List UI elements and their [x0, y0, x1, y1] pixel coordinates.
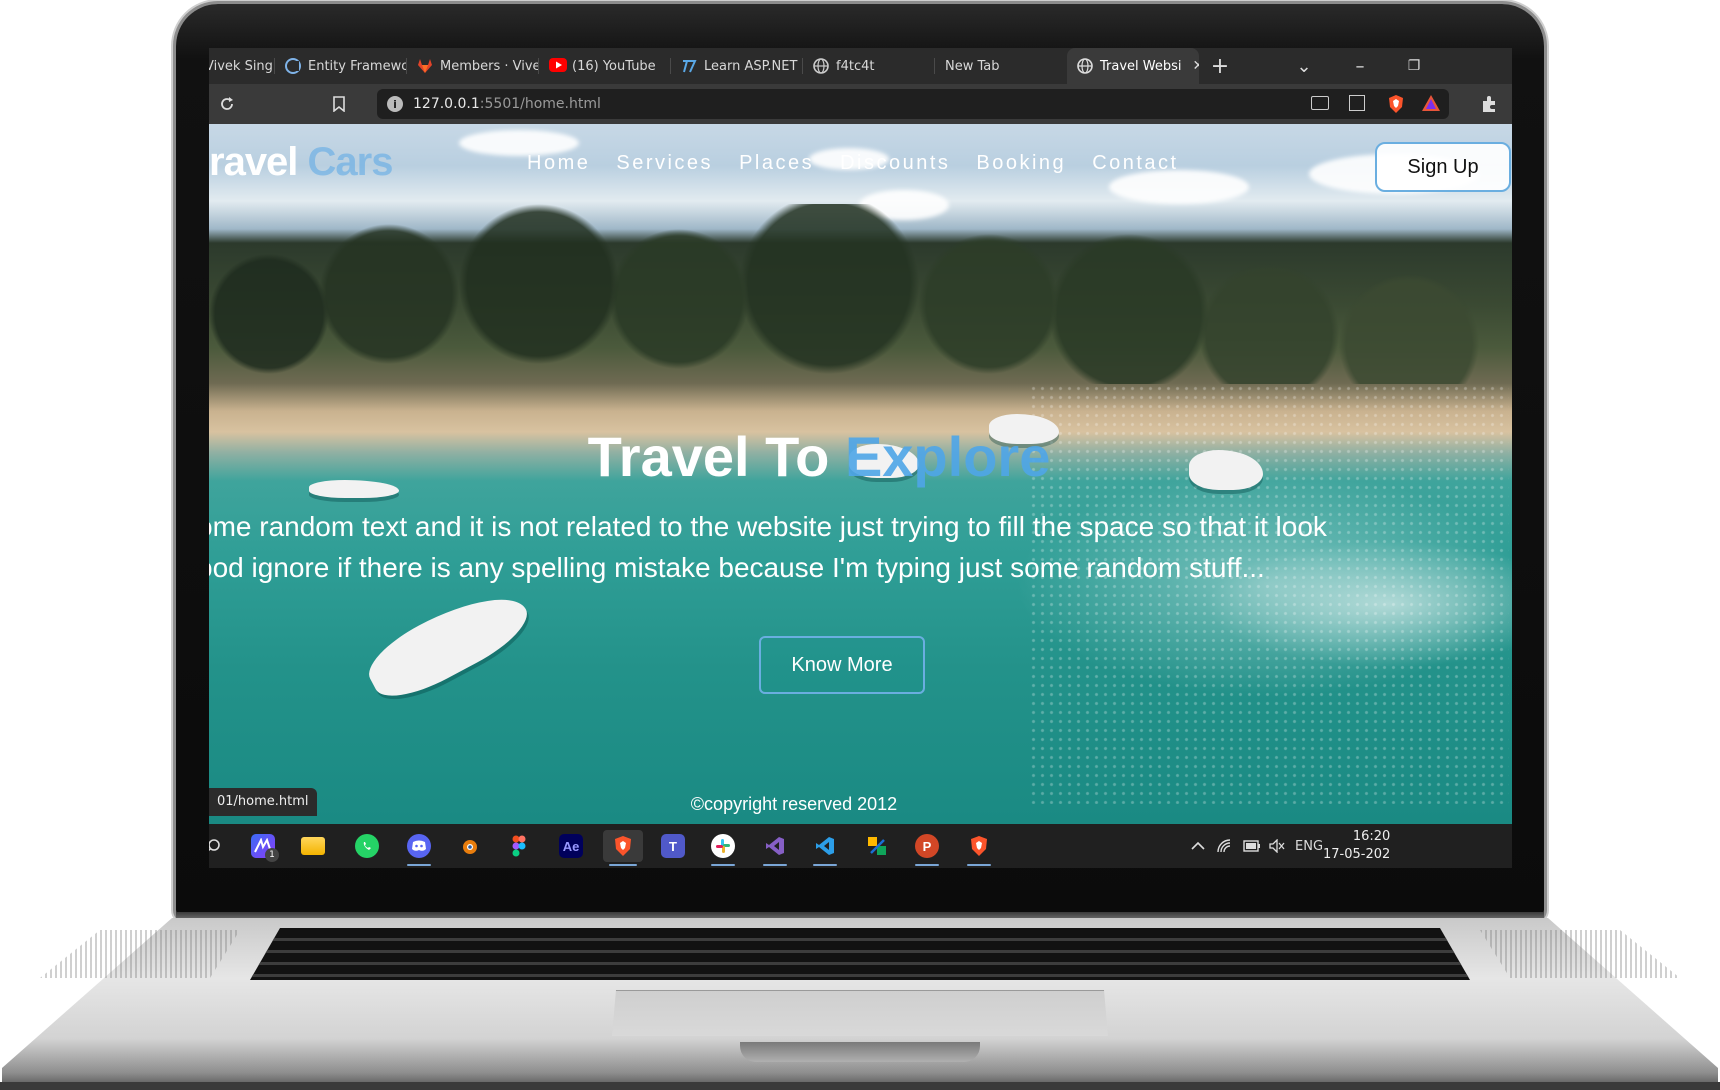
tab-label: (16) YouTube	[572, 58, 656, 74]
system-clock[interactable]: 16:20 17-05-202	[1323, 828, 1390, 864]
web-page: ravel Cars Home Services Places Discount…	[209, 124, 1512, 824]
tab-label: New Tab	[945, 58, 1000, 74]
whatsapp-icon[interactable]	[349, 830, 385, 862]
vscode-icon[interactable]	[807, 830, 843, 866]
nav-home[interactable]: Home	[527, 152, 590, 175]
teams-icon[interactable]: T	[655, 830, 691, 862]
chevron-up-icon[interactable]	[1191, 824, 1205, 868]
powerpoint-label: P	[915, 834, 939, 858]
hero-line-2: ood ignore if there is any spelling mist…	[209, 552, 1265, 583]
close-icon[interactable]: ✕	[1193, 58, 1199, 74]
gitlab-icon	[417, 58, 433, 74]
info-icon[interactable]: i	[387, 96, 403, 112]
minimize-button[interactable]: –	[1345, 48, 1375, 84]
bookmark-icon[interactable]	[329, 94, 349, 114]
trackpad	[612, 990, 1108, 1036]
logo-text: ravel	[209, 140, 298, 184]
nav-booking[interactable]: Booking	[976, 152, 1066, 175]
screen: Vivek Sing Entity Framework Members · Vi…	[209, 48, 1512, 868]
tab-label: f4tc4t	[836, 58, 875, 74]
url-field[interactable]: i 127.0.0.1:5501/home.html	[377, 89, 1449, 119]
cast-icon[interactable]	[1311, 96, 1329, 110]
figma-icon[interactable]	[501, 830, 537, 862]
brave-rewards-icon[interactable]	[1421, 94, 1441, 116]
restore-button[interactable]: ❐	[1399, 48, 1429, 84]
tree-line	[209, 204, 1512, 384]
search-icon[interactable]	[209, 830, 231, 862]
hero-description: ome random text and it is not related to…	[209, 506, 1512, 588]
brave-shield-icon[interactable]	[1387, 94, 1405, 118]
visual-studio-icon[interactable]	[757, 830, 793, 866]
tasks-icon[interactable]: 1	[245, 830, 281, 862]
slack-icon[interactable]	[705, 830, 741, 866]
nav-discounts[interactable]: Discounts	[840, 152, 950, 175]
main-nav: Home Services Places Discounts Booking C…	[527, 152, 1179, 175]
youtube-icon	[549, 58, 567, 74]
hero-title: Travel To Explore	[209, 424, 1429, 489]
reload-icon[interactable]	[217, 94, 237, 114]
extensions-icon[interactable]	[1479, 94, 1499, 114]
clock-time: 16:20	[1352, 829, 1391, 844]
tab-label: Entity Framework	[308, 58, 407, 74]
nav-places[interactable]: Places	[739, 152, 814, 175]
wifi-icon[interactable]	[1217, 824, 1233, 868]
hero-title-main: Travel To	[587, 425, 845, 488]
know-more-button[interactable]: Know More	[759, 636, 925, 694]
url-text: 127.0.0.1:5501/home.html	[413, 96, 601, 112]
url-host: 127.0.0.1	[413, 96, 480, 112]
globe-icon	[1077, 58, 1093, 74]
site-logo[interactable]: ravel Cars	[209, 140, 394, 185]
address-bar-row: i 127.0.0.1:5501/home.html	[209, 84, 1512, 124]
after-effects-label: Ae	[559, 834, 583, 858]
tab-label: Members · Vivek	[440, 58, 539, 74]
asp-icon	[681, 58, 697, 74]
battery-icon[interactable]	[1243, 824, 1261, 868]
brave-icon[interactable]	[961, 830, 997, 866]
ef-icon	[285, 58, 301, 74]
tab-learn-asp[interactable]: Learn ASP.NET W	[671, 48, 803, 84]
tab-travel-website[interactable]: Travel Websi ✕	[1067, 48, 1199, 84]
hero-title-accent: Explore	[844, 425, 1051, 488]
copyright-text: ©copyright reserved 2012	[690, 794, 898, 814]
tab-entity-framework[interactable]: Entity Framework	[275, 48, 407, 84]
laptop-foot	[0, 1082, 1720, 1090]
powerpoint-icon[interactable]: P	[909, 830, 945, 866]
blender-icon[interactable]	[451, 830, 487, 862]
file-explorer-icon[interactable]	[295, 830, 331, 862]
discord-icon[interactable]	[401, 830, 437, 866]
logo-accent: Cars	[297, 140, 394, 184]
tab-strip: Vivek Sing Entity Framework Members · Vi…	[209, 48, 1512, 84]
tab-f4tc4t[interactable]: f4tc4t	[803, 48, 935, 84]
tab-label: Learn ASP.NET W	[704, 58, 803, 74]
brave-icon[interactable]	[603, 830, 643, 866]
sign-up-button[interactable]: Sign Up	[1375, 142, 1511, 192]
tab-vivek[interactable]: Vivek Sing	[209, 48, 275, 84]
url-path: :5501/home.html	[479, 96, 601, 112]
laptop-notch	[740, 1042, 980, 1062]
tab-label: Travel Websi	[1100, 58, 1182, 74]
language-indicator[interactable]: ENG	[1295, 824, 1323, 868]
after-effects-icon[interactable]: Ae	[553, 830, 589, 862]
clock-date: 17-05-202	[1323, 847, 1391, 862]
globe-icon	[813, 58, 829, 74]
keyboard	[250, 928, 1470, 980]
tab-new-tab[interactable]: New Tab	[935, 48, 1067, 84]
new-tab-button[interactable]: +	[1205, 48, 1235, 84]
volume-muted-icon[interactable]	[1269, 824, 1285, 868]
snip-icon[interactable]	[859, 830, 895, 862]
chevron-down-icon[interactable]: ⌄	[1289, 48, 1319, 84]
speaker-grille-right	[1480, 930, 1680, 978]
notification-badge: 1	[265, 848, 279, 862]
nav-contact[interactable]: Contact	[1092, 152, 1178, 175]
speaker-grille-left	[40, 930, 240, 978]
qr-icon[interactable]	[1349, 95, 1365, 111]
status-bar-url: 01/home.html	[209, 788, 317, 816]
hero-line-1: ome random text and it is not related to…	[209, 511, 1327, 542]
tab-youtube[interactable]: (16) YouTube	[539, 48, 671, 84]
tab-members-vivek[interactable]: Members · Vivek	[407, 48, 539, 84]
nav-services[interactable]: Services	[616, 152, 713, 175]
tab-label: Vivek Sing	[209, 58, 273, 74]
windows-taskbar: 1 Ae T P ENG 16:20 17-05-202	[209, 824, 1512, 868]
